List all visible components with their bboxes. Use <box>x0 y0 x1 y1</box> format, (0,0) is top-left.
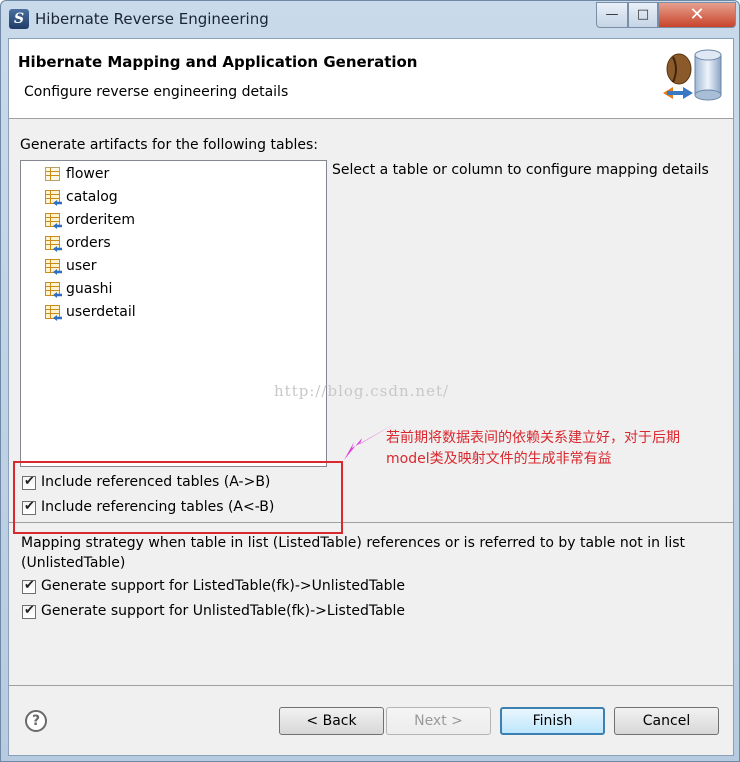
table-fk-icon <box>45 305 62 321</box>
tree-item-label: orderitem <box>66 212 135 228</box>
footer-divider <box>9 685 733 686</box>
page-title: Hibernate Mapping and Application Genera… <box>18 53 418 71</box>
tree-item-label: orders <box>66 235 111 251</box>
tree-item-label: user <box>66 258 97 274</box>
minimize-button[interactable]: — <box>596 2 628 28</box>
table-tree[interactable]: flower catalog orderitem orders user gua… <box>20 160 327 467</box>
checkmark-icon: ✔ <box>24 578 35 593</box>
close-button[interactable]: ✕ <box>658 2 736 28</box>
annotation-line-2: model类及映射文件的生成非常有益 <box>386 451 612 467</box>
titlebar[interactable]: S Hibernate Reverse Engineering — □ ✕ <box>1 1 740 37</box>
annotation-line-1: 若前期将数据表间的依赖关系建立好，对于后期 <box>386 430 680 446</box>
tree-item-user[interactable]: user <box>45 255 97 277</box>
next-button[interactable]: Next > <box>386 707 491 735</box>
table-fk-icon <box>45 282 62 298</box>
table-fk-icon <box>45 190 62 206</box>
tree-item-label: flower <box>66 166 110 182</box>
annotation-text: 若前期将数据表间的依赖关系建立好，对于后期 model类及映射文件的生成非常有益 <box>386 428 680 470</box>
dialog-window: S Hibernate Reverse Engineering — □ ✕ Hi… <box>0 0 740 762</box>
window-title: Hibernate Reverse Engineering <box>35 10 269 28</box>
finish-button[interactable]: Finish <box>500 707 605 735</box>
help-icon[interactable]: ? <box>25 710 47 732</box>
tables-label: Generate artifacts for the following tab… <box>20 137 318 153</box>
mapping-strategy-description: Mapping strategy when table in list (Lis… <box>21 535 686 571</box>
table-icon <box>45 167 60 181</box>
tree-item-label: guashi <box>66 281 113 297</box>
table-fk-icon <box>45 259 62 275</box>
tree-item-label: catalog <box>66 189 118 205</box>
watermark-text: http://blog.csdn.net/ <box>274 382 450 400</box>
detail-hint: Select a table or column to configure ma… <box>332 162 709 178</box>
tree-item-orderitem[interactable]: orderitem <box>45 209 135 231</box>
wizard-header: Hibernate Mapping and Application Genera… <box>9 39 733 119</box>
tree-item-orders[interactable]: orders <box>45 232 111 254</box>
tree-item-guashi[interactable]: guashi <box>45 278 112 300</box>
table-fk-icon <box>45 213 62 229</box>
listed-to-unlisted-label[interactable]: Generate support for ListedTable(fk)->Un… <box>41 578 405 594</box>
unlisted-to-listed-checkbox[interactable]: ✔ <box>22 603 36 619</box>
back-button[interactable]: < Back <box>279 707 384 735</box>
unlisted-to-listed-label[interactable]: Generate support for UnlistedTable(fk)->… <box>41 603 405 619</box>
tree-item-catalog[interactable]: catalog <box>45 186 118 208</box>
maximize-button[interactable]: □ <box>628 2 658 28</box>
tree-item-label: userdetail <box>66 304 136 320</box>
tree-item-flower[interactable]: flower <box>45 163 109 185</box>
cancel-button[interactable]: Cancel <box>614 707 719 735</box>
database-mapping-icon <box>663 49 722 101</box>
checkmark-icon: ✔ <box>24 603 35 618</box>
tree-item-userdetail[interactable]: userdetail <box>45 301 136 323</box>
table-fk-icon <box>45 236 62 252</box>
highlight-box <box>13 461 343 534</box>
listed-to-unlisted-checkbox[interactable]: ✔ <box>22 578 36 594</box>
page-description: Configure reverse engineering details <box>24 84 289 100</box>
eclipse-logo-icon: S <box>9 9 29 29</box>
